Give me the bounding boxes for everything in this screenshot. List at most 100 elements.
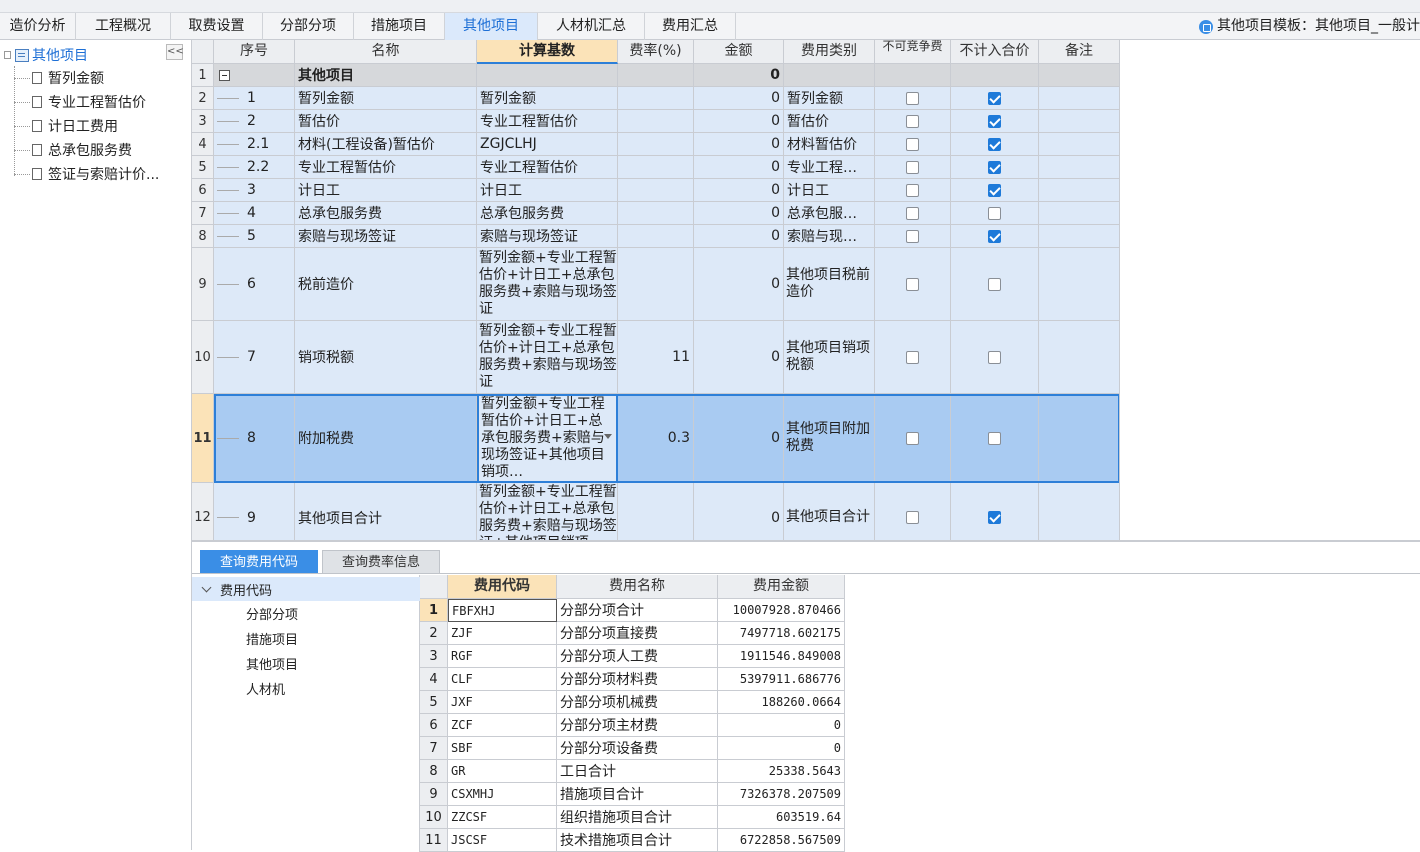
grid-row[interactable]: 129其他项目合计暂列金额+专业工程暂估价+计日工+总承包服务费+索赔与现场签证… (192, 483, 1119, 540)
category-cell[interactable]: 暂估价 (784, 110, 875, 133)
grid-row[interactable]: 6 3 计日工 计日工 0 计日工 (192, 179, 1119, 202)
seq-cell[interactable]: 1 (214, 87, 295, 110)
category-cell[interactable]: 计日工 (784, 179, 875, 202)
name-cell[interactable]: 专业工程暂估价 (295, 156, 477, 179)
fee-name-cell[interactable]: 分部分项人工费 (557, 645, 718, 668)
base-cell[interactable]: 总承包服务费 (477, 202, 618, 225)
not-in-total-cell[interactable] (951, 202, 1039, 225)
name-cell[interactable]: 其他项目合计 (295, 483, 477, 540)
fee-code-row[interactable]: 11 JSCSF 技术措施项目合计 6722858.567509 (420, 829, 845, 852)
fee-code-cell[interactable]: JXF (448, 691, 557, 714)
grid-header-base[interactable]: 计算基数 (477, 40, 618, 64)
non-competitive-cell[interactable] (875, 394, 951, 483)
fee-code-cell[interactable]: ZJF (448, 622, 557, 645)
seq-cell[interactable]: 2 (214, 110, 295, 133)
fee-code-cell[interactable]: JSCSF (448, 829, 557, 852)
amount-cell[interactable]: 0 (694, 483, 784, 540)
base-cell[interactable]: 暂列金额 (477, 87, 618, 110)
not-in-total-checkbox[interactable] (988, 277, 1001, 291)
grid-row[interactable]: 2 1 暂列金额 暂列金额 0 暂列金额 (192, 87, 1119, 110)
fee-name-cell[interactable]: 分部分项主材费 (557, 714, 718, 737)
non-competitive-checkbox[interactable] (906, 511, 919, 524)
collapse-minus-icon[interactable] (219, 69, 230, 81)
fee-code-row[interactable]: 1 FBFXHJ 分部分项合计 10007928.870466 (420, 599, 845, 622)
not-in-total-cell[interactable] (951, 110, 1039, 133)
amount-cell[interactable]: 0 (694, 64, 784, 87)
tab-query-rate-info[interactable]: 查询费率信息 (322, 550, 440, 574)
tree-toggle-icon[interactable] (4, 51, 11, 59)
not-in-total-checkbox[interactable] (988, 431, 1001, 445)
rate-cell[interactable] (618, 87, 694, 110)
not-in-total-checkbox[interactable] (988, 137, 1001, 151)
row-number[interactable]: 11 (420, 829, 448, 852)
non-competitive-cell[interactable] (875, 133, 951, 156)
rate-cell[interactable] (618, 248, 694, 321)
not-in-total-checkbox[interactable] (988, 114, 1001, 128)
amount-cell[interactable]: 0 (694, 202, 784, 225)
grid-row[interactable]: 7 4 总承包服务费 总承包服务费 0 总承包服… (192, 202, 1119, 225)
row-number[interactable]: 3 (420, 645, 448, 668)
rate-cell[interactable] (618, 202, 694, 225)
fee-table-header-code[interactable]: 费用代码 (448, 575, 557, 599)
fee-code-cell[interactable]: GR (448, 760, 557, 783)
non-competitive-checkbox[interactable] (906, 183, 919, 197)
non-competitive-cell[interactable] (875, 87, 951, 110)
non-competitive-cell[interactable] (875, 483, 951, 540)
tab-cost-summary[interactable]: 费用汇总 (645, 13, 736, 40)
dropdown-arrow-icon[interactable] (604, 434, 612, 439)
rate-cell[interactable]: 11 (618, 321, 694, 394)
rate-cell[interactable] (618, 110, 694, 133)
remark-cell[interactable] (1039, 321, 1119, 394)
base-cell[interactable]: 暂列金额+专业工程暂估价+计日工+总承包服务费+索赔与现场签证 (477, 321, 618, 394)
seq-cell[interactable]: 3 (214, 179, 295, 202)
not-in-total-checkbox[interactable] (988, 160, 1001, 174)
amount-cell[interactable]: 0 (694, 321, 784, 394)
rate-cell[interactable] (618, 133, 694, 156)
category-cell[interactable]: 其他项目附加税费 (784, 394, 875, 483)
remark-cell[interactable] (1039, 64, 1119, 87)
category-cell[interactable]: 其他项目税前造价 (784, 248, 875, 321)
not-in-total-cell[interactable] (951, 133, 1039, 156)
fee-code-row[interactable]: 9 CSXMHJ 措施项目合计 7326378.207509 (420, 783, 845, 806)
remark-cell[interactable] (1039, 483, 1119, 540)
non-competitive-checkbox[interactable] (906, 431, 919, 445)
sidebar-item-professional-estimate[interactable]: 专业工程暂估价 (14, 90, 146, 114)
non-competitive-checkbox[interactable] (906, 114, 919, 128)
not-in-total-cell[interactable] (951, 156, 1039, 179)
fee-code-row[interactable]: 10 ZZCSF 组织措施项目合计 603519.64 (420, 806, 845, 829)
seq-cell[interactable]: 2.1 (214, 133, 295, 156)
sidebar-item-general-contract-fee[interactable]: 总承包服务费 (14, 138, 132, 162)
non-competitive-checkbox[interactable] (906, 350, 919, 364)
fee-amount-cell[interactable]: 10007928.870466 (718, 599, 845, 622)
not-in-total-cell[interactable] (951, 248, 1039, 321)
grid-row[interactable]: 3 2 暂估价 专业工程暂估价 0 暂估价 (192, 110, 1119, 133)
fee-name-cell[interactable]: 技术措施项目合计 (557, 829, 718, 852)
tab-labor-material-summary[interactable]: 人材机汇总 (538, 13, 645, 40)
base-cell[interactable]: 专业工程暂估价 (477, 110, 618, 133)
fee-name-cell[interactable]: 措施项目合计 (557, 783, 718, 806)
row-number[interactable]: 3 (192, 110, 214, 133)
not-in-total-checkbox[interactable] (988, 183, 1001, 197)
seq-cell[interactable]: 5 (214, 225, 295, 248)
non-competitive-checkbox[interactable] (906, 277, 919, 291)
not-in-total-checkbox[interactable] (988, 350, 1001, 364)
not-in-total-cell[interactable] (951, 225, 1039, 248)
category-cell[interactable]: 暂列金额 (784, 87, 875, 110)
remark-cell[interactable] (1039, 133, 1119, 156)
fee-code-cell[interactable]: FBFXHJ (448, 599, 557, 622)
name-cell[interactable]: 暂估价 (295, 110, 477, 133)
fee-code-row[interactable]: 8 GR 工日合计 25338.5643 (420, 760, 845, 783)
grid-header-remark[interactable]: 备注 (1039, 40, 1119, 64)
fee-amount-cell[interactable]: 6722858.567509 (718, 829, 845, 852)
row-number[interactable]: 10 (420, 806, 448, 829)
fee-code-tree-root[interactable]: 费用代码 (192, 577, 420, 601)
grid-header-amount[interactable]: 金额 (694, 40, 784, 64)
fee-name-cell[interactable]: 工日合计 (557, 760, 718, 783)
row-number[interactable]: 8 (192, 225, 214, 248)
row-number[interactable]: 1 (192, 64, 214, 87)
not-in-total-checkbox[interactable] (988, 511, 1001, 524)
amount-cell[interactable]: 0 (694, 133, 784, 156)
row-number[interactable]: 7 (420, 737, 448, 760)
amount-cell[interactable]: 0 (694, 156, 784, 179)
non-competitive-cell[interactable] (875, 110, 951, 133)
